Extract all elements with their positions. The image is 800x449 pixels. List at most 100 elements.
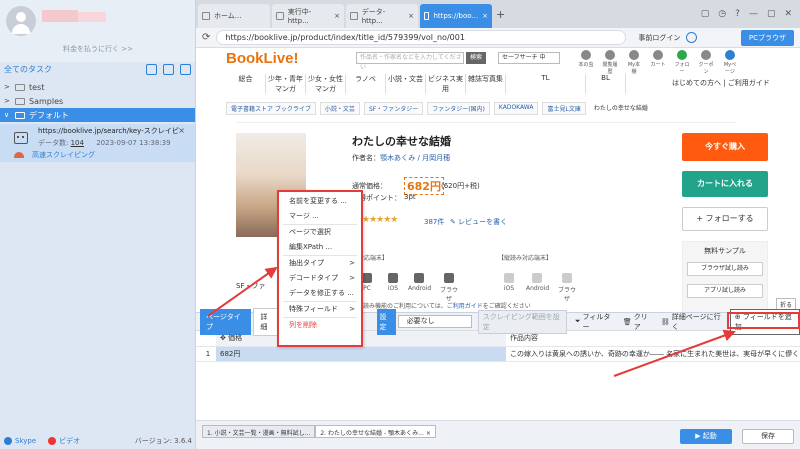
- device-label: iOS: [503, 285, 515, 292]
- account-header: 料金を払うに行く >>: [0, 0, 195, 62]
- breadcrumb-item[interactable]: SF・ファンタジー: [363, 102, 424, 115]
- tab-running[interactable]: 実行中-http... ×: [272, 4, 344, 28]
- add-to-cart-button[interactable]: カートに入れる: [682, 171, 768, 197]
- bookworm-icon[interactable]: 本の虫: [578, 50, 594, 75]
- data-count[interactable]: 104: [71, 139, 84, 147]
- export-icon[interactable]: [146, 63, 157, 75]
- nav-item[interactable]: 雑誌写真集: [466, 74, 506, 94]
- coupon-icon[interactable]: クーポン: [698, 50, 714, 75]
- browser-sample-button[interactable]: ブラウザ試し読み: [687, 262, 763, 276]
- follow-icon[interactable]: フォロー: [674, 50, 690, 75]
- pay-link[interactable]: 料金を払うに行く >>: [0, 44, 196, 54]
- video-link[interactable]: ビデオ: [48, 436, 80, 446]
- menu-merge[interactable]: マージ ...: [279, 209, 361, 224]
- site-search-input[interactable]: 作品名・作家名などを入力してください: [356, 52, 464, 71]
- page-type-tab[interactable]: ページタイプ: [200, 308, 252, 335]
- menu-fix-data[interactable]: データを修正する ...: [279, 286, 361, 301]
- nav-item[interactable]: TL: [506, 74, 586, 94]
- breadcrumb-item[interactable]: 電子書籍ストア ブックライブ: [226, 102, 316, 115]
- chevron-down-icon: ∨: [4, 111, 10, 119]
- tree-folder-samples[interactable]: > Samples: [0, 94, 195, 108]
- clear-button[interactable]: 🗑 クリア: [623, 312, 653, 332]
- breadcrumb-item[interactable]: ファンタジー(国内): [427, 102, 490, 115]
- tree-folder-test[interactable]: > test: [0, 80, 195, 94]
- genre-tag[interactable]: SF・ファ: [236, 281, 265, 291]
- nav-item[interactable]: 少女・女性マンガ: [306, 74, 346, 94]
- booklive-logo[interactable]: BookLive!: [226, 50, 299, 67]
- write-review-link[interactable]: ✎ レビューを書く: [450, 217, 507, 227]
- task-tree: > test > Samples ∨ デフォルト https://bookliv…: [0, 80, 195, 162]
- cart-icon[interactable]: カート: [650, 50, 666, 75]
- review-count-link[interactable]: 387件: [424, 217, 444, 227]
- menu-edit-xpath[interactable]: 編集XPath ...: [279, 240, 361, 255]
- menu-select-in-page[interactable]: ページで選択: [279, 225, 361, 240]
- tree-folder-default[interactable]: ∨ デフォルト: [0, 108, 195, 122]
- step-tab-detail[interactable]: 2. わたしの幸せな結婚 - 顎木あくみ... ×: [315, 425, 436, 438]
- save-button[interactable]: 保存: [742, 429, 794, 444]
- refresh-icon[interactable]: ⟳: [202, 32, 210, 43]
- import-icon[interactable]: [163, 63, 174, 75]
- cell-price[interactable]: 682円: [216, 346, 506, 362]
- guide-links[interactable]: はじめての方へ | ご利用ガイド: [672, 78, 770, 88]
- scrape-range-button[interactable]: スクレイピング範囲を設定: [477, 309, 567, 334]
- task-item[interactable]: https://booklive.jp/search/key-スクレイピング ×…: [0, 124, 195, 162]
- menu-decode-type[interactable]: デコードタイプ >: [279, 271, 361, 286]
- pc-browser-dropdown[interactable]: PCブラウザ: [740, 29, 794, 46]
- minimize-icon[interactable]: —: [749, 9, 758, 19]
- step-tab-list[interactable]: 1. 小説・文芸一覧・漫画・無料試し...: [202, 425, 316, 438]
- safe-search-select[interactable]: セーフサーチ 中: [498, 52, 560, 64]
- gift-icon[interactable]: ▢: [701, 9, 710, 19]
- maximize-icon[interactable]: ▢: [767, 9, 776, 19]
- tab-home[interactable]: ホーム...: [198, 4, 270, 28]
- context-menu: 名前を変更する ... マージ ... ページで選択 編集XPath ... 抽…: [277, 190, 363, 347]
- menu-special-field[interactable]: 特殊フィールド >: [279, 302, 361, 317]
- url-input[interactable]: https://booklive.jp/product/index/title_…: [216, 30, 627, 45]
- nav-item[interactable]: 総合: [226, 74, 266, 94]
- mypage-icon[interactable]: Myページ: [722, 50, 738, 75]
- search-task-icon[interactable]: [180, 63, 191, 75]
- menu-rename[interactable]: 名前を変更する ...: [279, 194, 361, 209]
- goto-detail-button[interactable]: ⛓ 詳細ページに行く: [661, 312, 724, 332]
- site-header-icons: 本の虫 閲覧履歴 My本棚 カート フォロー クーポン Myページ: [578, 50, 738, 75]
- cell-content[interactable]: この嫁入りは黄泉への誘いか、奇跡の幸運か―― 名家に生まれた美世は、実母が早くに…: [506, 346, 800, 362]
- breadcrumb-item[interactable]: 小説・文芸: [319, 102, 360, 115]
- close-icon[interactable]: ×: [482, 12, 488, 20]
- tab-booklive[interactable]: https://boo... ×: [420, 4, 492, 28]
- pre-login-button[interactable]: 事前ログイン: [638, 33, 680, 43]
- follow-button[interactable]: + フォローする: [682, 207, 768, 231]
- all-tasks-label[interactable]: 全てのタスク: [4, 64, 52, 75]
- breadcrumb-item[interactable]: KADOKAWA: [493, 102, 539, 115]
- note-text: ※縦読み機能のご利用については、: [352, 303, 447, 310]
- nav-item[interactable]: BL: [586, 74, 626, 94]
- history-icon[interactable]: ◷: [718, 9, 726, 19]
- bookshelf-icon[interactable]: My本棚: [626, 50, 642, 75]
- version-label: バージョン: 3.6.4: [134, 437, 192, 445]
- breadcrumb-item[interactable]: 富士見L文庫: [542, 102, 586, 115]
- pagination-select[interactable]: 必要なし: [397, 315, 472, 328]
- close-icon[interactable]: ×: [334, 12, 340, 20]
- history-icon[interactable]: 閲覧履歴: [602, 50, 618, 75]
- nav-item[interactable]: ビジネス実用: [426, 74, 466, 94]
- close-icon[interactable]: ×: [408, 12, 414, 20]
- tab-data[interactable]: データ-http... ×: [346, 4, 418, 28]
- close-icon[interactable]: ×: [178, 126, 185, 135]
- skype-link[interactable]: Skype: [4, 437, 36, 445]
- nav-item[interactable]: ラノベ: [346, 74, 386, 94]
- site-search-button[interactable]: 検索: [466, 52, 486, 64]
- launch-button[interactable]: ▶ 起動: [680, 429, 732, 444]
- menu-delete-column[interactable]: 列を削除: [279, 318, 361, 333]
- help-icon[interactable]: ?: [735, 9, 740, 19]
- close-window-icon[interactable]: ✕: [784, 9, 792, 19]
- menu-extract-type[interactable]: 抽出タイプ >: [279, 256, 361, 271]
- close-icon[interactable]: ×: [426, 430, 431, 437]
- filter-button[interactable]: ⏷ フィルター: [575, 312, 615, 332]
- app-sample-button[interactable]: アプリ試し読み: [687, 284, 763, 298]
- nav-item[interactable]: 小説・文芸: [386, 74, 426, 94]
- buy-now-button[interactable]: 今すぐ購入: [682, 133, 768, 161]
- nav-item[interactable]: 少年・青年マンガ: [266, 74, 306, 94]
- new-tab-button[interactable]: +: [496, 8, 512, 21]
- avatar[interactable]: [6, 6, 36, 36]
- author-link[interactable]: 顎木あくみ / 月岡月穂: [380, 154, 450, 162]
- gear-icon[interactable]: [686, 32, 698, 43]
- free-sample-title: 無料サンプル: [704, 247, 746, 255]
